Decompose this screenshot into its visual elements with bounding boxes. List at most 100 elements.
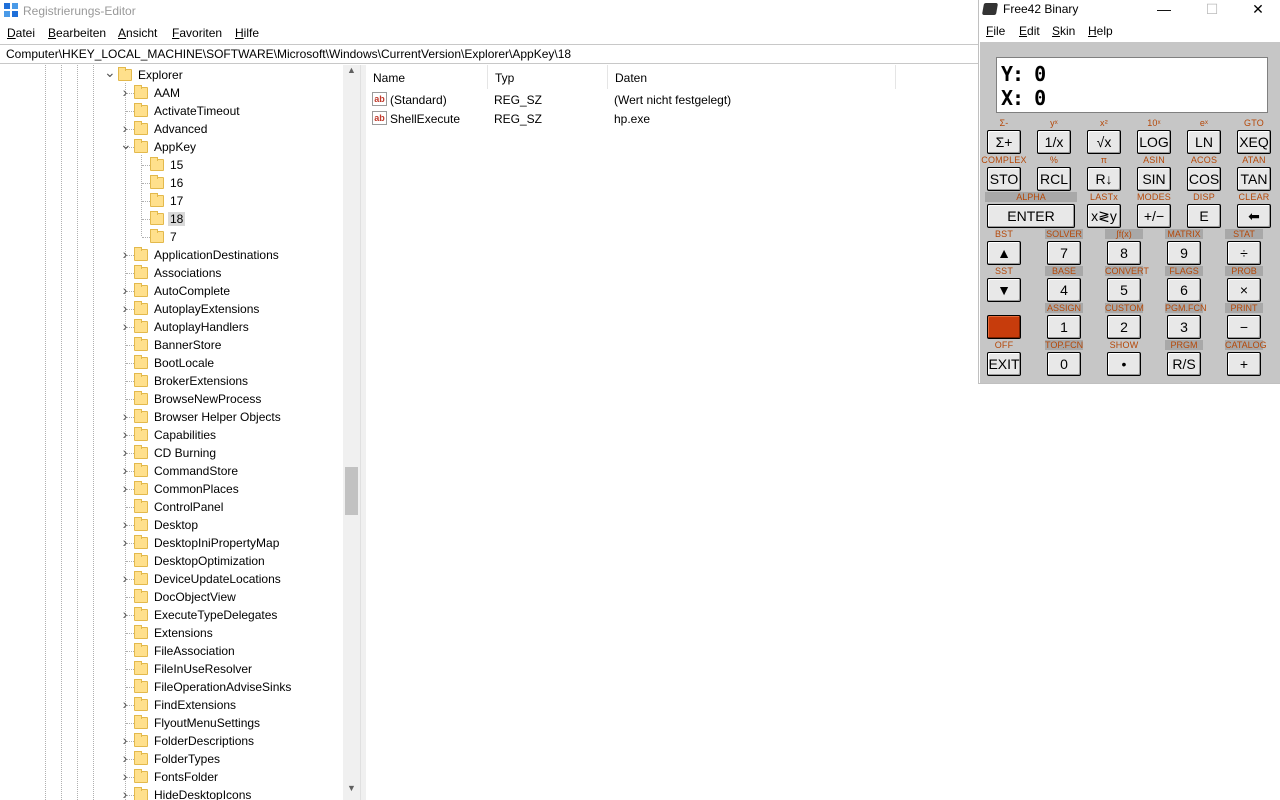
calc-key[interactable]: 1/x [1037,130,1071,154]
expand-chevron-icon[interactable]: › [120,481,130,495]
calc-key[interactable]: √x [1087,130,1121,154]
close-icon[interactable]: ✕ [1243,0,1273,20]
minimize-icon[interactable]: — [1149,0,1179,20]
calc-key[interactable]: XEQ [1237,130,1271,154]
calc-key[interactable]: ⬅ [1237,204,1271,228]
tree-item[interactable]: BannerStore [0,336,343,354]
calc-key[interactable]: +/− [1137,204,1171,228]
calc-key[interactable]: R/S [1167,352,1201,376]
tree-item[interactable]: FlyoutMenuSettings [0,714,343,732]
tree-item[interactable]: › CommonPlaces [0,480,343,498]
tree-item[interactable]: ⌄ Explorer [0,65,343,84]
expand-chevron-icon[interactable]: › [120,607,130,621]
tree-item[interactable]: › CommandStore [0,462,343,480]
menu-hilfe[interactable]: Hilfe [235,26,259,40]
tree-item[interactable]: › FindExtensions [0,696,343,714]
expand-chevron-icon[interactable]: › [120,697,130,711]
expand-chevron-icon[interactable]: › [120,769,130,783]
tree-item[interactable]: › FolderDescriptions [0,732,343,750]
expand-chevron-icon[interactable]: › [120,121,130,135]
address-bar[interactable]: Computer\HKEY_LOCAL_MACHINE\SOFTWARE\Mic… [0,44,980,64]
expand-chevron-icon[interactable]: › [120,319,130,333]
tree-item[interactable]: › Capabilities [0,426,343,444]
menu-file[interactable]: File [986,24,1005,38]
calc-key[interactable]: × [1227,278,1261,302]
tree-item[interactable]: › CD Burning [0,444,343,462]
tree-item[interactable]: FileInUseResolver [0,660,343,678]
tree-scroll-thumb[interactable] [345,467,358,515]
calc-key[interactable]: LN [1187,130,1221,154]
calc-key[interactable]: x≷y [1087,204,1121,228]
key-tree[interactable]: ⌄ Explorer › AAM ActivateTimeout › Advanced ⌄ Ap… [0,65,361,800]
expand-chevron-icon[interactable]: › [120,445,130,459]
expand-chevron-icon[interactable]: › [120,463,130,477]
calc-key[interactable]: ▼ [987,278,1021,302]
expand-chevron-icon[interactable]: › [120,535,130,549]
tree-item[interactable]: Extensions [0,624,343,642]
expand-chevron-icon[interactable]: › [120,85,130,99]
calc-key[interactable]: 5 [1107,278,1141,302]
tree-item[interactable]: › AutoplayHandlers [0,318,343,336]
menu-favoriten[interactable]: Favoriten [172,26,222,40]
tree-item[interactable]: ⌄ AppKey [0,137,343,156]
expand-chevron-icon[interactable]: › [120,571,130,585]
calc-key[interactable]: ▲ [987,241,1021,265]
collapse-chevron-icon[interactable]: ⌄ [104,65,116,81]
menu-help[interactable]: Help [1088,24,1113,38]
tree-item[interactable]: › ExecuteTypeDelegates [0,606,343,624]
calc-key[interactable]: 7 [1047,241,1081,265]
menu-edit[interactable]: Edit [1019,24,1040,38]
expand-chevron-icon[interactable]: › [120,751,130,765]
tree-item[interactable]: BootLocale [0,354,343,372]
calc-key[interactable]: STO [987,167,1021,191]
calc-key[interactable]: 1 [1047,315,1081,339]
calc-key[interactable]: RCL [1037,167,1071,191]
expand-chevron-icon[interactable]: › [120,283,130,297]
tree-item[interactable]: 18 [0,210,343,228]
tree-item[interactable]: › Advanced [0,120,343,138]
menu-bearbeiten[interactable]: Bearbeiten [48,26,106,40]
calc-key[interactable]: + [1227,352,1261,376]
expand-chevron-icon[interactable]: › [120,427,130,441]
tree-item[interactable]: › ApplicationDestinations [0,246,343,264]
tree-scrollbar[interactable]: ▲ ▼ [343,65,360,800]
tree-item[interactable]: › FolderTypes [0,750,343,768]
expand-chevron-icon[interactable]: › [120,733,130,747]
tree-item[interactable]: 16 [0,174,343,192]
tree-item[interactable]: Associations [0,264,343,282]
calc-key[interactable]: SIN [1137,167,1171,191]
expand-chevron-icon[interactable]: › [120,409,130,423]
calc-key[interactable]: LOG [1137,130,1171,154]
expand-chevron-icon[interactable]: › [120,517,130,531]
tree-item[interactable]: › FontsFolder [0,768,343,786]
value-row[interactable]: ab ShellExecute REG_SZ hp.exe [366,109,980,128]
tree-item[interactable]: DocObjectView [0,588,343,606]
tree-item[interactable]: BrokerExtensions [0,372,343,390]
calc-key[interactable]: 0 [1047,352,1081,376]
menu-datei[interactable]: Datei [7,26,35,40]
tree-item[interactable]: › Desktop [0,516,343,534]
collapse-chevron-icon[interactable]: ⌄ [120,137,132,153]
column-header-type[interactable]: Typ [488,65,608,89]
expand-chevron-icon[interactable]: › [120,787,130,800]
value-row[interactable]: ab (Standard) REG_SZ (Wert nicht festgel… [366,90,980,109]
calc-key[interactable]: 6 [1167,278,1201,302]
tree-item[interactable]: › AutoplayExtensions [0,300,343,318]
calc-key[interactable]: R↓ [1087,167,1121,191]
calc-key[interactable]: Σ+ [987,130,1021,154]
calc-key[interactable]: 2 [1107,315,1141,339]
tree-item[interactable]: 7 [0,228,343,246]
calc-key[interactable]: − [1227,315,1261,339]
calc-key[interactable]: 9 [1167,241,1201,265]
column-header-data[interactable]: Daten [608,65,896,89]
tree-item[interactable]: 15 [0,156,343,174]
scroll-up-icon[interactable]: ▲ [343,65,360,79]
address-path[interactable]: Computer\HKEY_LOCAL_MACHINE\SOFTWARE\Mic… [6,47,571,61]
column-header-name[interactable]: Name [366,65,488,89]
maximize-icon[interactable]: ☐ [1197,0,1227,20]
shift-key[interactable] [987,315,1021,339]
calc-key[interactable]: TAN [1237,167,1271,191]
tree-item[interactable]: ControlPanel [0,498,343,516]
calc-key[interactable]: ÷ [1227,241,1261,265]
tree-item[interactable]: ActivateTimeout [0,102,343,120]
